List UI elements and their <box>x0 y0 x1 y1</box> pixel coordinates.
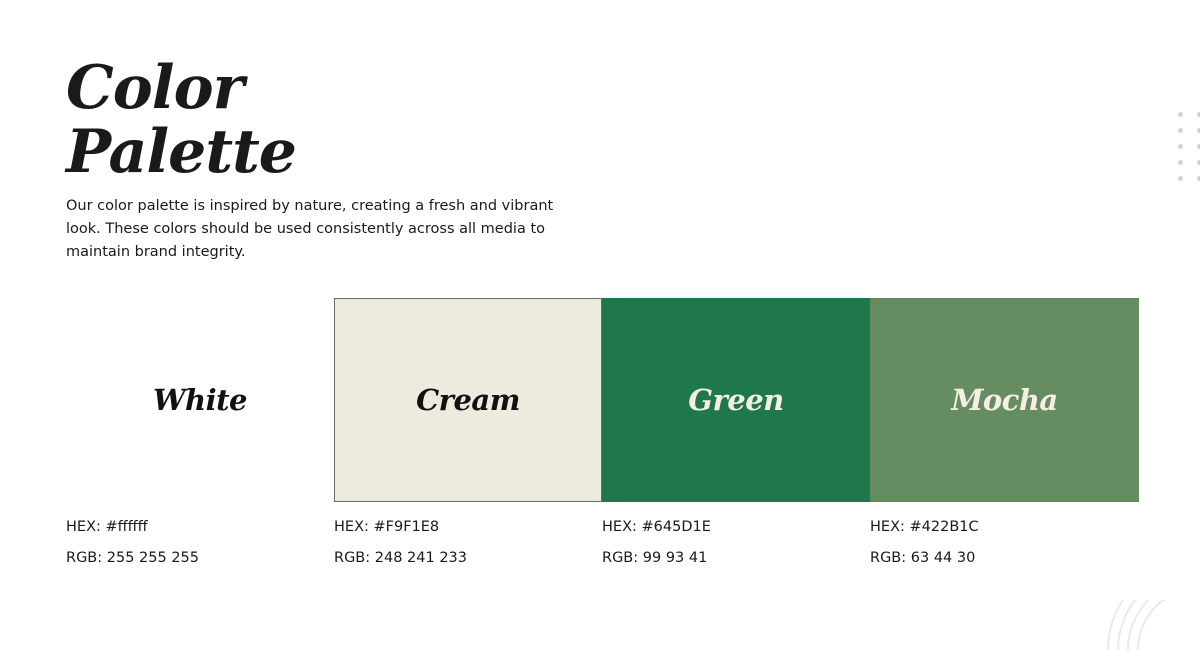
swatch-white: White <box>66 298 334 502</box>
swatch-name-green: Green <box>688 383 784 417</box>
dot <box>1178 176 1183 181</box>
rgb-code-cream: RGB: 248 241 233 <box>334 550 467 566</box>
codes-white: HEX: #ffffff RGB: 255 255 255 <box>66 516 334 578</box>
rgb-code-mocha: RGB: 63 44 30 <box>870 550 976 566</box>
swatch-name-mocha: Mocha <box>951 383 1058 417</box>
palette-description: Our color palette is inspired by nature,… <box>66 198 554 260</box>
dot <box>1178 128 1183 133</box>
color-codes-row: HEX: #ffffff RGB: 255 255 255 HEX: #F9F1… <box>66 516 1139 578</box>
dot-grid-icon <box>1178 112 1200 181</box>
dot <box>1178 144 1183 149</box>
swatch-green: Green <box>602 298 870 502</box>
hex-code-green: HEX: #645D1E <box>602 519 711 535</box>
hex-code-cream: HEX: #F9F1E8 <box>334 519 440 535</box>
title-line-1: Color <box>66 53 244 123</box>
codes-cream: HEX: #F9F1E8 RGB: 248 241 233 <box>334 516 602 578</box>
codes-mocha: HEX: #422B1C RGB: 63 44 30 <box>870 516 1138 578</box>
swatch-mocha: Mocha <box>870 298 1139 502</box>
swatch-name-cream: Cream <box>416 383 520 417</box>
hex-code-white: HEX: #ffffff <box>66 519 148 535</box>
rgb-code-green: RGB: 99 93 41 <box>602 550 708 566</box>
swatch-row: White Cream Green Mocha <box>66 298 1139 502</box>
swatch-cream: Cream <box>334 298 602 502</box>
swatch-name-white: White <box>152 383 248 417</box>
title-line-2: Palette <box>66 117 297 187</box>
dot <box>1178 112 1183 117</box>
page-title: Color Palette <box>66 53 297 187</box>
rgb-code-white: RGB: 255 255 255 <box>66 550 199 566</box>
dot <box>1178 160 1183 165</box>
hex-code-mocha: HEX: #422B1C <box>870 519 979 535</box>
concentric-arcs-icon <box>1107 600 1166 650</box>
codes-green: HEX: #645D1E RGB: 99 93 41 <box>602 516 870 578</box>
